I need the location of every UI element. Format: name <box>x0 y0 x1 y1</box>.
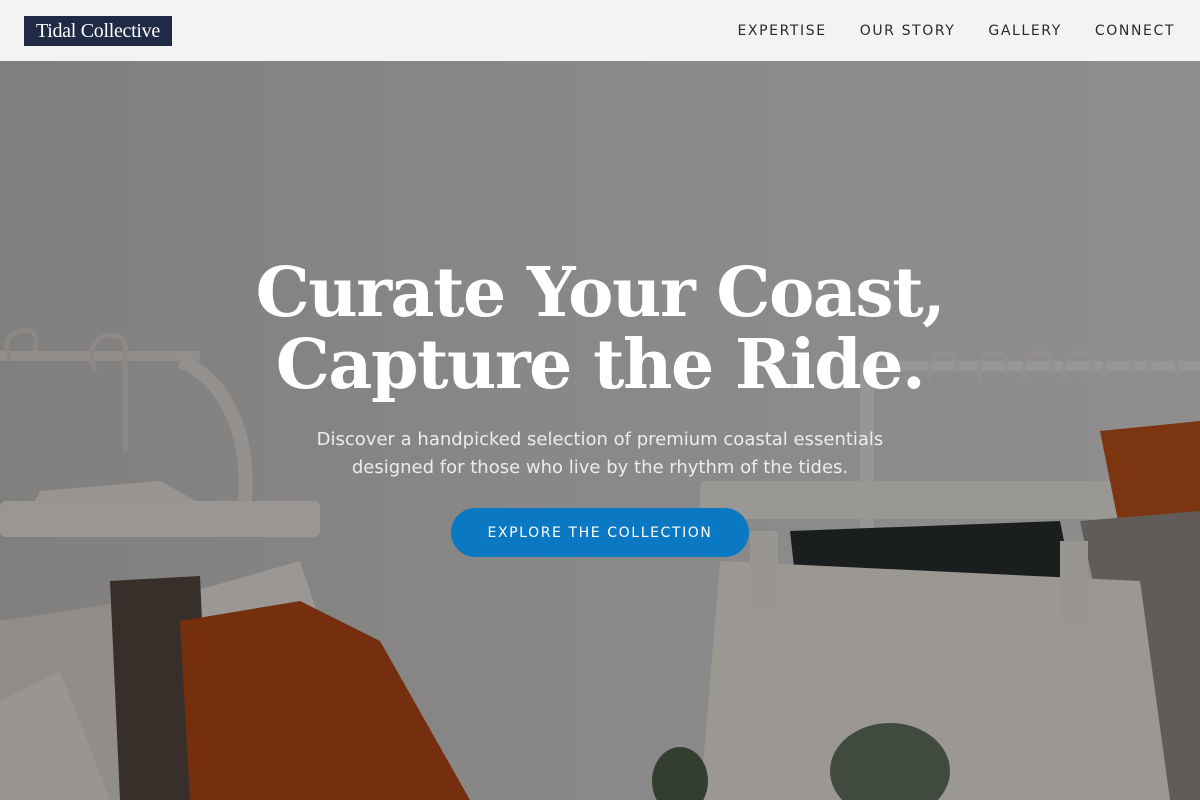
main-nav: EXPERTISE OUR STORY GALLERY CONNECT <box>737 23 1176 39</box>
hero-subtext: Discover a handpicked selection of premi… <box>316 429 884 478</box>
nav-link-expertise[interactable]: EXPERTISE <box>737 23 826 39</box>
hero-content: Curate Your Coast, Capture the Ride. Dis… <box>0 61 1200 800</box>
site-header: Tidal Collective EXPERTISE OUR STORY GAL… <box>0 0 1200 61</box>
logo[interactable]: Tidal Collective <box>24 15 172 46</box>
nav-link-gallery[interactable]: GALLERY <box>988 23 1061 39</box>
nav-link-our-story[interactable]: OUR STORY <box>860 23 956 39</box>
hero-headline: Curate Your Coast, Capture the Ride. <box>255 253 946 405</box>
nav-link-connect[interactable]: CONNECT <box>1095 23 1175 39</box>
explore-collection-button[interactable]: EXPLORE THE COLLECTION <box>451 508 749 557</box>
